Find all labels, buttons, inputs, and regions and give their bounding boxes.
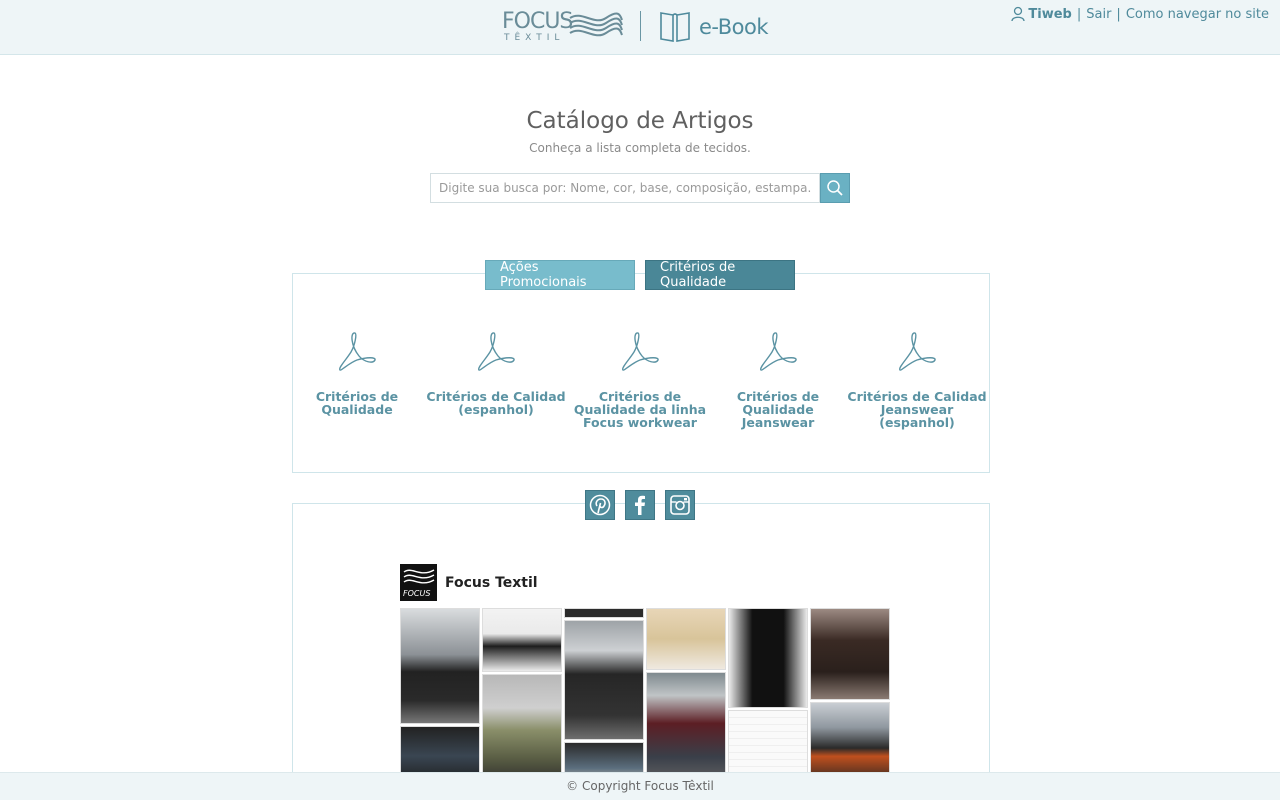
document-item[interactable]: Critérios de Qualidade Jeanswear bbox=[708, 330, 848, 429]
pdf-icon bbox=[622, 332, 659, 371]
pinterest-button[interactable] bbox=[585, 490, 615, 520]
document-label: Critérios de Calidad Jeanswear (espanhol… bbox=[847, 389, 987, 430]
pin-image[interactable] bbox=[646, 608, 726, 670]
brand-divider bbox=[640, 11, 641, 41]
document-item[interactable]: Critérios de Calidad (espanhol) bbox=[426, 330, 566, 416]
page-subtitle: Conheça a lista completa de tecidos. bbox=[529, 141, 751, 155]
user-links: Tiweb | Sair | Como navegar no site bbox=[1011, 6, 1269, 22]
tab-acoes-promocionais[interactable]: Ações Promocionais bbox=[485, 260, 635, 290]
user-name-link[interactable]: Tiweb bbox=[1028, 7, 1071, 22]
pin-image[interactable] bbox=[564, 608, 644, 618]
facebook-button[interactable] bbox=[625, 490, 655, 520]
widget-profile-name: Focus Textil bbox=[445, 574, 538, 591]
copyright-text: © Copyright Focus Têxtil bbox=[566, 779, 714, 793]
logo-subtitle: TÊXTIL bbox=[504, 33, 565, 43]
pin-image[interactable] bbox=[482, 608, 562, 672]
separator: | bbox=[1076, 6, 1082, 22]
ebook-link[interactable]: e-Book bbox=[658, 10, 769, 44]
facebook-icon bbox=[635, 495, 645, 515]
pin-image[interactable] bbox=[810, 608, 890, 700]
search-input[interactable] bbox=[430, 173, 820, 203]
pdf-icon bbox=[478, 332, 515, 371]
page-title: Catálogo de Artigos bbox=[526, 108, 754, 134]
panel-tabs: Ações Promocionais Critérios de Qualidad… bbox=[485, 260, 795, 290]
pin-image[interactable] bbox=[810, 702, 890, 778]
avatar: FOCUS bbox=[400, 564, 437, 601]
search-button[interactable] bbox=[820, 173, 850, 203]
pin-image[interactable] bbox=[728, 608, 808, 708]
document-item[interactable]: Critérios de Calidad Jeanswear (espanhol… bbox=[847, 330, 987, 429]
pdf-icon bbox=[760, 332, 797, 371]
footer: © Copyright Focus Têxtil bbox=[0, 772, 1280, 800]
pin-image[interactable] bbox=[728, 710, 808, 778]
search-icon bbox=[827, 180, 843, 196]
tab-criterios-de-qualidade[interactable]: Critérios de Qualidade bbox=[645, 260, 795, 290]
focus-textil-logo[interactable]: FOCUS TÊXTIL bbox=[502, 8, 624, 46]
pinterest-widget-header[interactable]: FOCUS Focus Textil bbox=[400, 564, 538, 601]
instagram-button[interactable] bbox=[665, 490, 695, 520]
pinterest-icon bbox=[589, 494, 611, 516]
document-item[interactable]: Critérios de Qualidade da linha Focus wo… bbox=[570, 330, 710, 429]
separator: | bbox=[1116, 6, 1121, 22]
document-label: Critérios de Calidad (espanhol) bbox=[426, 389, 566, 417]
help-navigation-link[interactable]: Como navegar no site bbox=[1126, 7, 1269, 22]
top-header: FOCUS TÊXTIL e-Book Tiweb | Sair | Como … bbox=[0, 0, 1280, 55]
document-label: Critérios de Qualidade da linha Focus wo… bbox=[573, 389, 707, 430]
user-icon bbox=[1011, 6, 1026, 22]
pdf-icon bbox=[339, 332, 376, 371]
pin-image[interactable] bbox=[564, 620, 644, 740]
pin-image[interactable] bbox=[400, 608, 480, 724]
instagram-icon bbox=[670, 495, 690, 515]
pin-image[interactable] bbox=[400, 726, 480, 778]
social-icons bbox=[585, 490, 695, 520]
logo-wordmark: FOCUS bbox=[502, 9, 573, 34]
document-item[interactable]: Critérios de Qualidade bbox=[287, 330, 427, 416]
avatar-label: FOCUS bbox=[403, 589, 431, 598]
search-bar bbox=[430, 173, 850, 203]
pin-grid bbox=[400, 608, 892, 778]
pdf-icon bbox=[899, 332, 936, 371]
document-label: Critérios de Qualidade bbox=[315, 389, 399, 417]
pin-image[interactable] bbox=[646, 672, 726, 778]
book-icon bbox=[660, 12, 690, 42]
logout-link[interactable]: Sair bbox=[1086, 7, 1111, 22]
document-list: Critérios de Qualidade Critérios de Cali… bbox=[292, 330, 990, 440]
logo-waves-icon bbox=[569, 12, 623, 37]
pin-image[interactable] bbox=[482, 674, 562, 778]
ebook-label: e-Book bbox=[699, 15, 769, 39]
document-label: Critérios de Qualidade Jeanswear bbox=[736, 389, 820, 430]
